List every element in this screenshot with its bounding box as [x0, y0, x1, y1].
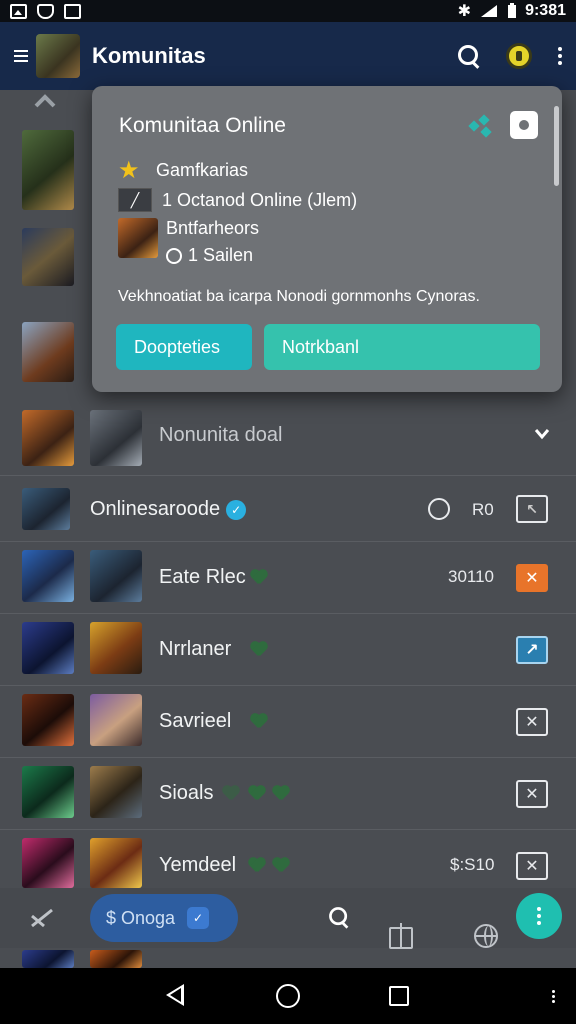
edit-icon[interactable]: ╱ — [118, 188, 152, 212]
shield-icon — [37, 3, 54, 19]
camera-icon[interactable] — [510, 111, 538, 139]
home-icon[interactable] — [276, 984, 300, 1008]
list-item[interactable]: Yemdeel $:S10 ✕ — [0, 830, 576, 888]
remove-button[interactable]: ✕ — [516, 564, 548, 592]
timer-icon[interactable] — [428, 498, 450, 520]
recents-icon[interactable] — [389, 986, 409, 1006]
coin-icon[interactable] — [506, 43, 532, 69]
remove-button[interactable]: ✕ — [516, 780, 548, 808]
status-bar: ✱ 9:381 — [0, 0, 576, 22]
verified-icon: ✓ — [187, 907, 210, 929]
popup-title: Komunitaa Online — [119, 114, 286, 137]
game-thumbnail — [118, 218, 158, 258]
avatar[interactable] — [90, 950, 142, 968]
remove-button[interactable]: ✕ — [516, 852, 548, 880]
member-name: Savrieel — [159, 710, 232, 732]
avatar[interactable] — [22, 130, 74, 210]
avatar — [90, 622, 142, 674]
heart-icon[interactable] — [272, 858, 290, 874]
heart-icon[interactable] — [248, 858, 266, 874]
avatar — [90, 694, 142, 746]
heart-icon[interactable] — [250, 714, 268, 730]
heart-icon[interactable] — [272, 786, 290, 802]
list-item[interactable]: Onlinesaroode ✓ R0 ↖ — [0, 476, 576, 542]
member-name: Eate Rlec — [159, 566, 246, 588]
online-count: R0 — [472, 500, 494, 519]
member-name: Sioals — [159, 782, 214, 804]
avatar — [22, 488, 70, 530]
popup-online: ╱ 1 Octanod Online (Jlem) — [118, 188, 357, 212]
expand-button[interactable]: ↖ — [516, 495, 548, 523]
avatar — [90, 550, 142, 602]
more-icon[interactable] — [552, 990, 555, 1003]
heart-icon[interactable] — [248, 786, 266, 802]
avatar — [90, 838, 142, 888]
chevron-down-icon[interactable] — [534, 428, 550, 440]
chevron-up-icon[interactable] — [34, 94, 56, 108]
list-item[interactable]: Eate Rlec 30110 ✕ — [0, 542, 576, 614]
avatar — [22, 622, 74, 674]
avatar — [22, 766, 74, 818]
more-fab[interactable] — [516, 893, 562, 939]
list-item[interactable]: Nonunita doal — [0, 396, 576, 476]
share-button[interactable]: ↗ — [516, 636, 548, 664]
avatar — [22, 550, 74, 602]
battery-icon — [508, 3, 517, 18]
star-icon: ★ — [118, 157, 140, 184]
avatar[interactable] — [22, 950, 74, 968]
avatar[interactable] — [22, 228, 74, 286]
heart-icon[interactable] — [250, 642, 268, 658]
popup-game: Bntfarheors 1 Sailen — [118, 218, 259, 266]
popup-description: Vekhnoatiat ba icarpa Nonodi gornmonhs C… — [118, 288, 480, 305]
back-icon[interactable] — [166, 984, 184, 1006]
member-name: Nrrlaner — [159, 638, 232, 660]
secondary-button[interactable]: Notrkbanl — [264, 324, 540, 370]
menu-icon[interactable] — [14, 50, 28, 62]
primary-button[interactable]: Doopteties — [116, 324, 252, 370]
verified-icon: ✓ — [226, 499, 247, 520]
avatar — [22, 410, 74, 466]
search-icon[interactable] — [329, 907, 349, 927]
more-icon[interactable] — [558, 47, 562, 65]
community-popup: Komunitaa Online ★ Gamfkarias ╱ 1 Octano… — [92, 86, 562, 392]
signal-bars-icon[interactable] — [30, 908, 54, 928]
avatar — [90, 410, 142, 466]
system-nav-bar — [0, 968, 576, 1024]
bottom-bar: $ Onoga ✓ — [0, 888, 576, 949]
avatar — [90, 766, 142, 818]
sparkle-icon — [468, 114, 496, 138]
page-title: Komunitas — [92, 43, 206, 68]
avatar — [22, 838, 74, 888]
avatar — [22, 694, 74, 746]
scrollbar[interactable] — [554, 106, 559, 186]
chart-icon — [64, 3, 81, 19]
member-count: $:S10 — [450, 855, 495, 874]
section-label: Nonunita doal — [159, 424, 283, 446]
avatar[interactable] — [22, 322, 74, 382]
search-icon[interactable] — [458, 45, 480, 67]
app-bar: Komunitas — [0, 22, 576, 90]
globe-icon[interactable] — [474, 924, 498, 948]
gallery-icon — [10, 3, 27, 19]
member-count: 30110 — [448, 567, 495, 586]
community-avatar[interactable] — [36, 34, 80, 78]
popup-category: ★ Gamfkarias — [118, 157, 249, 184]
list-item[interactable]: Sioals ✕ — [0, 758, 576, 830]
member-name: Yemdeel — [159, 854, 237, 876]
heart-icon[interactable] — [222, 786, 240, 802]
bluetooth-icon: ✱ — [457, 3, 472, 20]
remove-button[interactable]: ✕ — [516, 708, 548, 736]
heart-icon[interactable] — [250, 570, 268, 586]
community-chip[interactable]: $ Onoga ✓ — [90, 894, 238, 942]
list-item[interactable]: Savrieel ✕ — [0, 686, 576, 758]
clock-icon — [166, 247, 182, 264]
status-time: 9:381 — [525, 2, 566, 19]
online-header: Onlinesaroode ✓ — [90, 498, 247, 521]
signal-icon — [481, 5, 498, 17]
list-item[interactable]: Nrrlaner ↗ — [0, 614, 576, 686]
calendar-icon[interactable] — [389, 923, 413, 949]
